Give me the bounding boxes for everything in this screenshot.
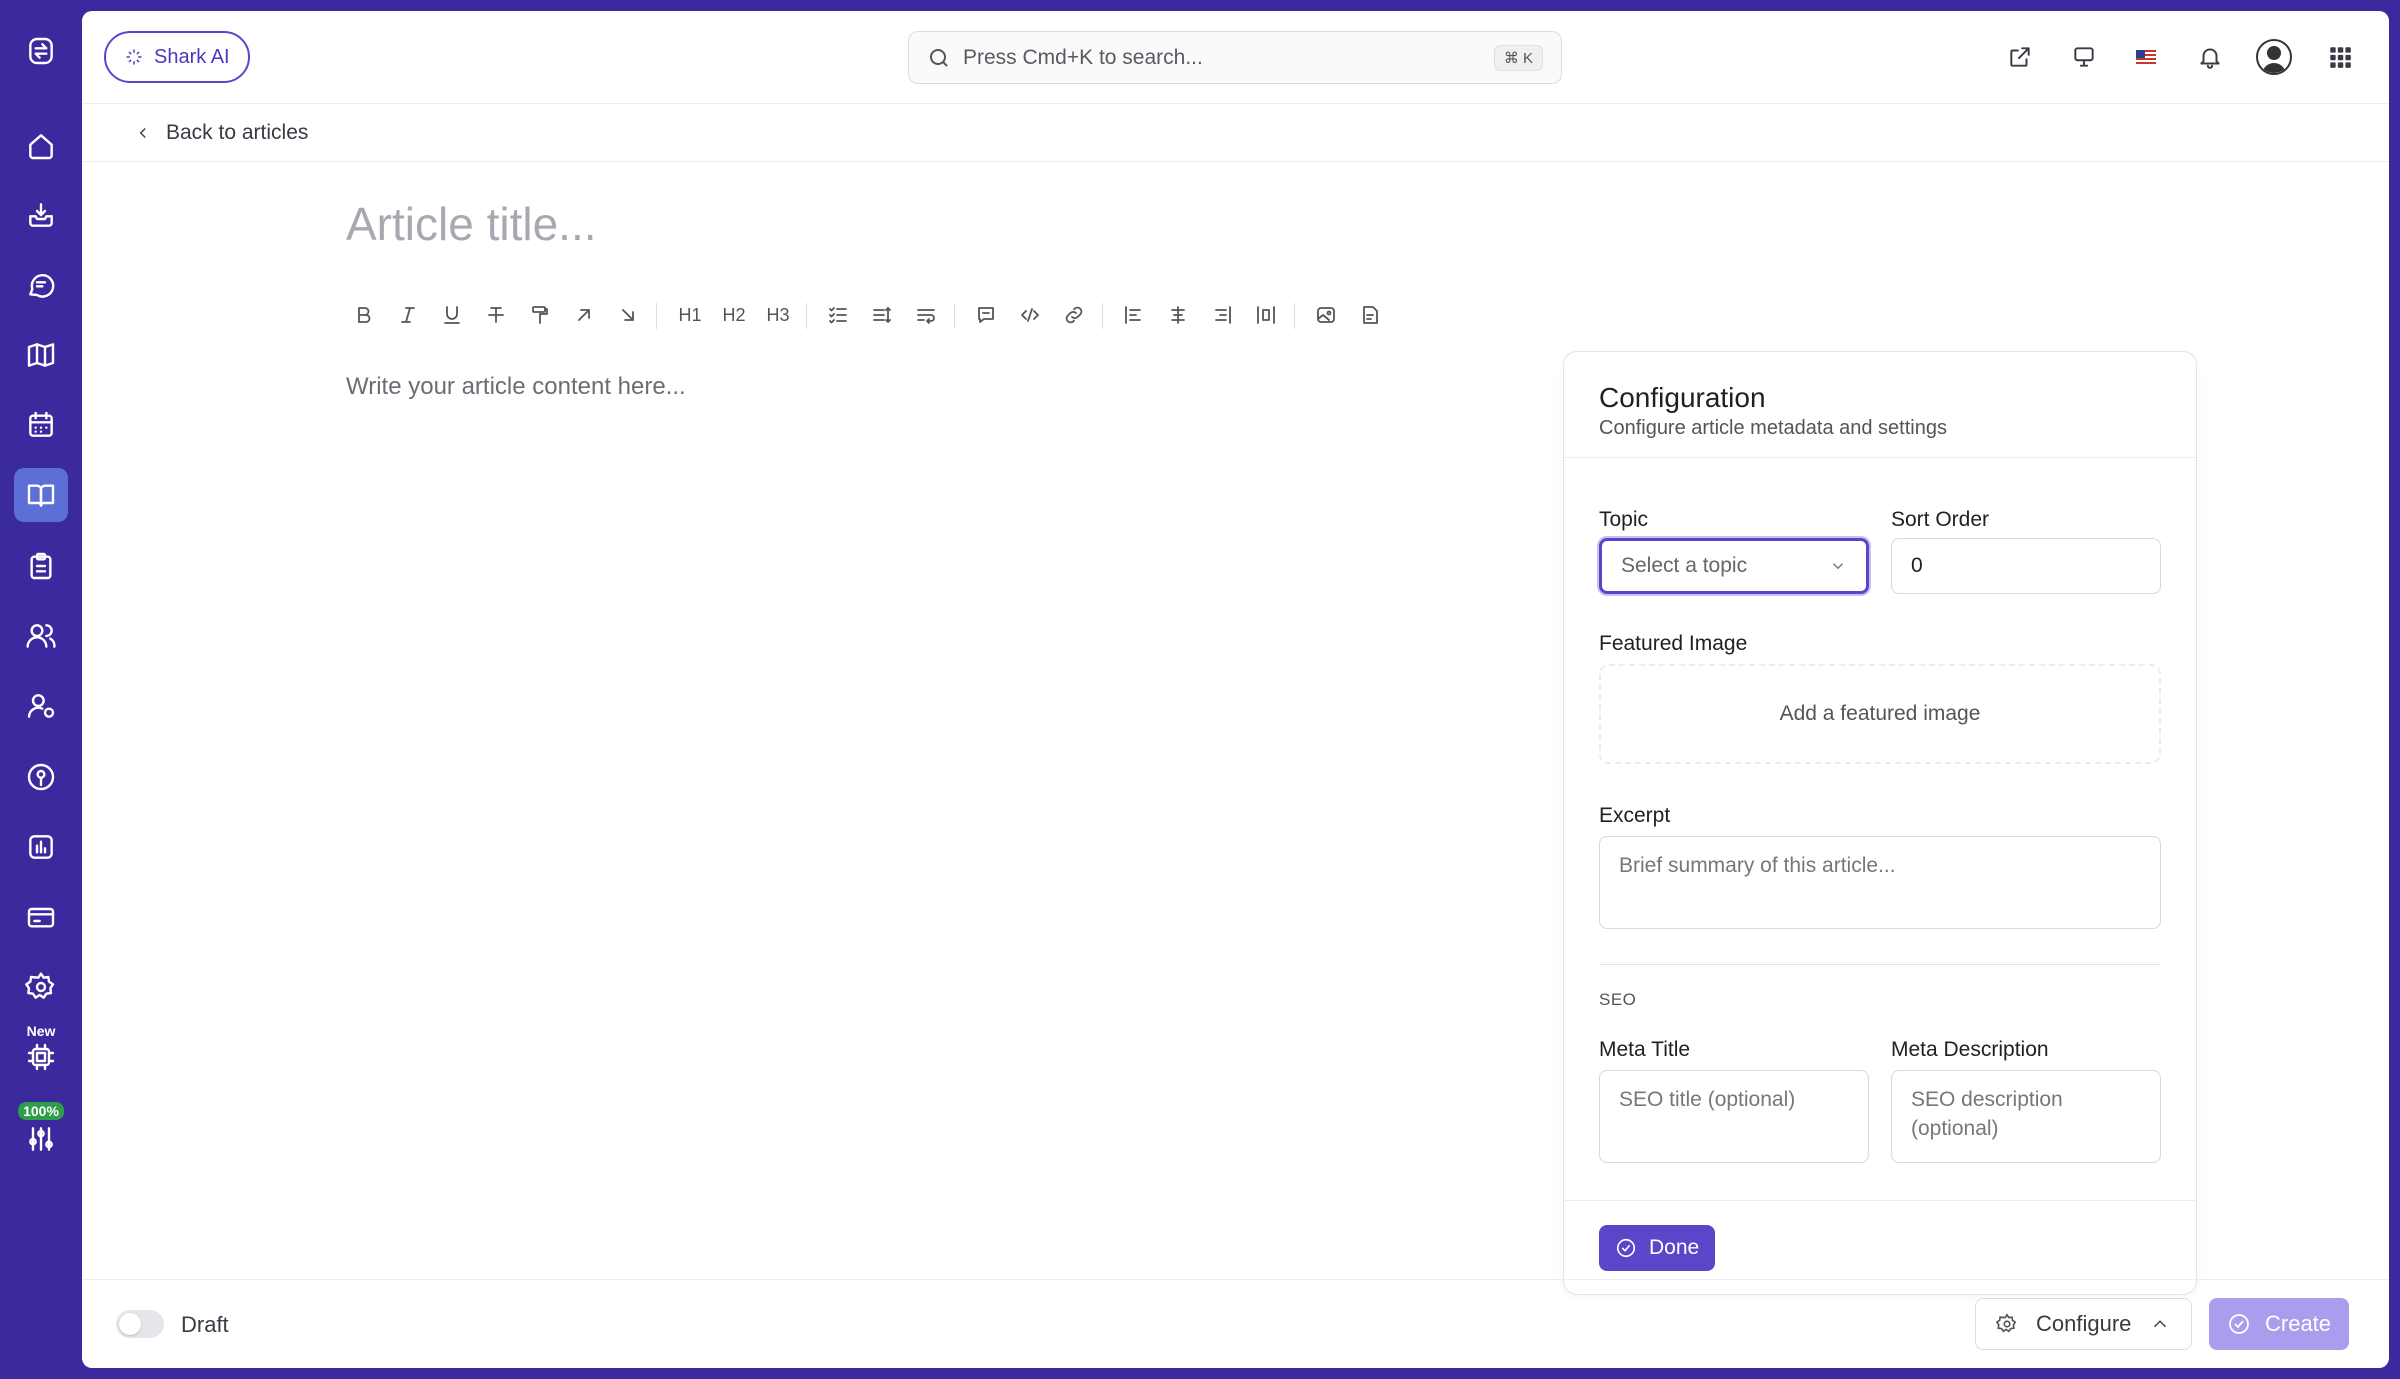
topic-select[interactable]: Select a topic <box>1599 538 1869 594</box>
percent-badge: 100% <box>18 1102 64 1120</box>
configuration-panel: Configuration Configure article metadata… <box>1563 351 2197 1295</box>
align-right-icon[interactable] <box>1204 297 1240 333</box>
map-icon[interactable] <box>14 328 68 382</box>
excerpt-label: Excerpt <box>1599 804 1671 827</box>
superscript-icon[interactable] <box>566 297 602 333</box>
heading-3-button[interactable]: H3 <box>760 297 796 333</box>
align-left-icon[interactable] <box>1116 297 1152 333</box>
chevron-up-icon <box>2154 1320 2167 1328</box>
code-icon[interactable] <box>1012 297 1048 333</box>
seo-heading: SEO <box>1599 990 1637 1009</box>
underline-icon[interactable] <box>434 297 470 333</box>
chevron-left-icon <box>139 127 146 138</box>
sidebar: New 100% <box>0 0 82 1379</box>
strikethrough-icon[interactable] <box>478 297 514 333</box>
draft-label: Draft <box>181 1312 229 1337</box>
bold-icon[interactable] <box>346 297 382 333</box>
gear-icon <box>1996 1313 2017 1333</box>
align-center-icon[interactable] <box>1160 297 1196 333</box>
meta-description-label: Meta Description <box>1891 1038 2049 1061</box>
configuration-header: Configuration Configure article metadata… <box>1564 352 2196 458</box>
align-justify-icon[interactable] <box>1248 297 1284 333</box>
sparkle-icon <box>126 49 142 65</box>
heading-2-button[interactable]: H2 <box>716 297 752 333</box>
section-divider <box>1599 964 2161 965</box>
configure-label: Configure <box>2036 1311 2132 1336</box>
monitor-icon[interactable] <box>2066 39 2102 75</box>
new-badge: New <box>21 1022 61 1040</box>
article-content-editor[interactable]: Write your article content here... <box>346 373 686 401</box>
line-height-icon[interactable] <box>864 297 900 333</box>
shark-ai-button[interactable]: Shark AI <box>104 31 250 83</box>
card-icon[interactable] <box>14 890 68 944</box>
sort-order-input[interactable]: 0 <box>1891 538 2161 594</box>
check-circle-icon <box>2229 1314 2249 1334</box>
checklist-icon[interactable] <box>820 297 856 333</box>
subscript-icon[interactable] <box>610 297 646 333</box>
avatar[interactable] <box>2256 39 2292 75</box>
clipboard-icon[interactable] <box>14 539 68 593</box>
app-logo-icon[interactable] <box>14 24 68 78</box>
language-flag-icon[interactable] <box>2128 39 2164 75</box>
article-title-input[interactable]: Article title... <box>346 197 597 251</box>
link-icon[interactable] <box>1056 297 1092 333</box>
file-icon[interactable] <box>1352 297 1388 333</box>
done-label: Done <box>1649 1236 1700 1259</box>
chart-icon[interactable] <box>14 820 68 874</box>
users-icon[interactable] <box>14 609 68 663</box>
configure-button[interactable]: Configure <box>1975 1298 2193 1350</box>
create-label: Create <box>2265 1311 2332 1336</box>
bell-icon[interactable] <box>2192 39 2228 75</box>
excerpt-textarea[interactable]: Brief summary of this article... <box>1599 836 2161 929</box>
calendar-icon[interactable] <box>14 398 68 452</box>
comment-icon[interactable] <box>968 297 1004 333</box>
settings-icon[interactable] <box>14 960 68 1014</box>
search-input[interactable]: Press Cmd+K to search... <box>963 46 1494 70</box>
create-button[interactable]: Create <box>2209 1298 2350 1350</box>
external-link-icon[interactable] <box>2002 39 2038 75</box>
back-to-articles-link[interactable]: Back to articles <box>82 104 2389 162</box>
sliders-icon[interactable]: 100% <box>14 1102 68 1166</box>
paint-format-icon[interactable] <box>522 297 558 333</box>
inbox-icon[interactable] <box>14 188 68 242</box>
configuration-subtitle: Configure article metadata and settings <box>1599 417 1947 439</box>
book-icon[interactable] <box>14 468 68 522</box>
heading-1-button[interactable]: H1 <box>672 297 708 333</box>
italic-icon[interactable] <box>390 297 426 333</box>
sort-order-label: Sort Order <box>1891 508 1990 531</box>
search-bar[interactable]: Press Cmd+K to search... ⌘ K <box>908 31 1562 84</box>
meta-title-label: Meta Title <box>1599 1038 1691 1061</box>
search-icon <box>930 48 948 67</box>
done-button[interactable]: Done <box>1599 1225 1716 1271</box>
configuration-footer-divider <box>1564 1200 2196 1201</box>
back-label: Back to articles <box>166 120 309 144</box>
shark-ai-label: Shark AI <box>154 45 230 68</box>
topic-select-value: Select a topic <box>1621 554 1748 577</box>
user-settings-icon[interactable] <box>14 679 68 733</box>
apps-grid-icon[interactable] <box>2322 39 2358 75</box>
chat-icon[interactable] <box>14 258 68 312</box>
chevron-down-icon <box>1832 563 1844 570</box>
configuration-title: Configuration <box>1599 382 1766 413</box>
featured-image-dropzone[interactable]: Add a featured image <box>1599 664 2161 764</box>
featured-image-label: Featured Image <box>1599 632 1748 655</box>
draft-toggle[interactable] <box>116 1310 164 1338</box>
home-icon[interactable] <box>14 119 68 173</box>
wrap-text-icon[interactable] <box>908 297 944 333</box>
location-icon[interactable] <box>14 750 68 804</box>
meta-description-input[interactable]: SEO description (optional) <box>1891 1070 2161 1163</box>
image-icon[interactable] <box>1308 297 1344 333</box>
check-circle-icon <box>1616 1238 1636 1258</box>
bottom-bar: Draft Configure Create <box>82 1279 2389 1368</box>
topic-label: Topic <box>1599 508 1649 531</box>
meta-title-input[interactable]: SEO title (optional) <box>1599 1070 1869 1163</box>
chip-icon[interactable]: New <box>14 1022 68 1084</box>
main-panel: Shark AI Press Cmd+K to search... ⌘ K Ba… <box>82 11 2389 1368</box>
search-shortcut: ⌘ K <box>1493 44 1543 71</box>
top-bar: Shark AI Press Cmd+K to search... ⌘ K <box>82 11 2389 104</box>
